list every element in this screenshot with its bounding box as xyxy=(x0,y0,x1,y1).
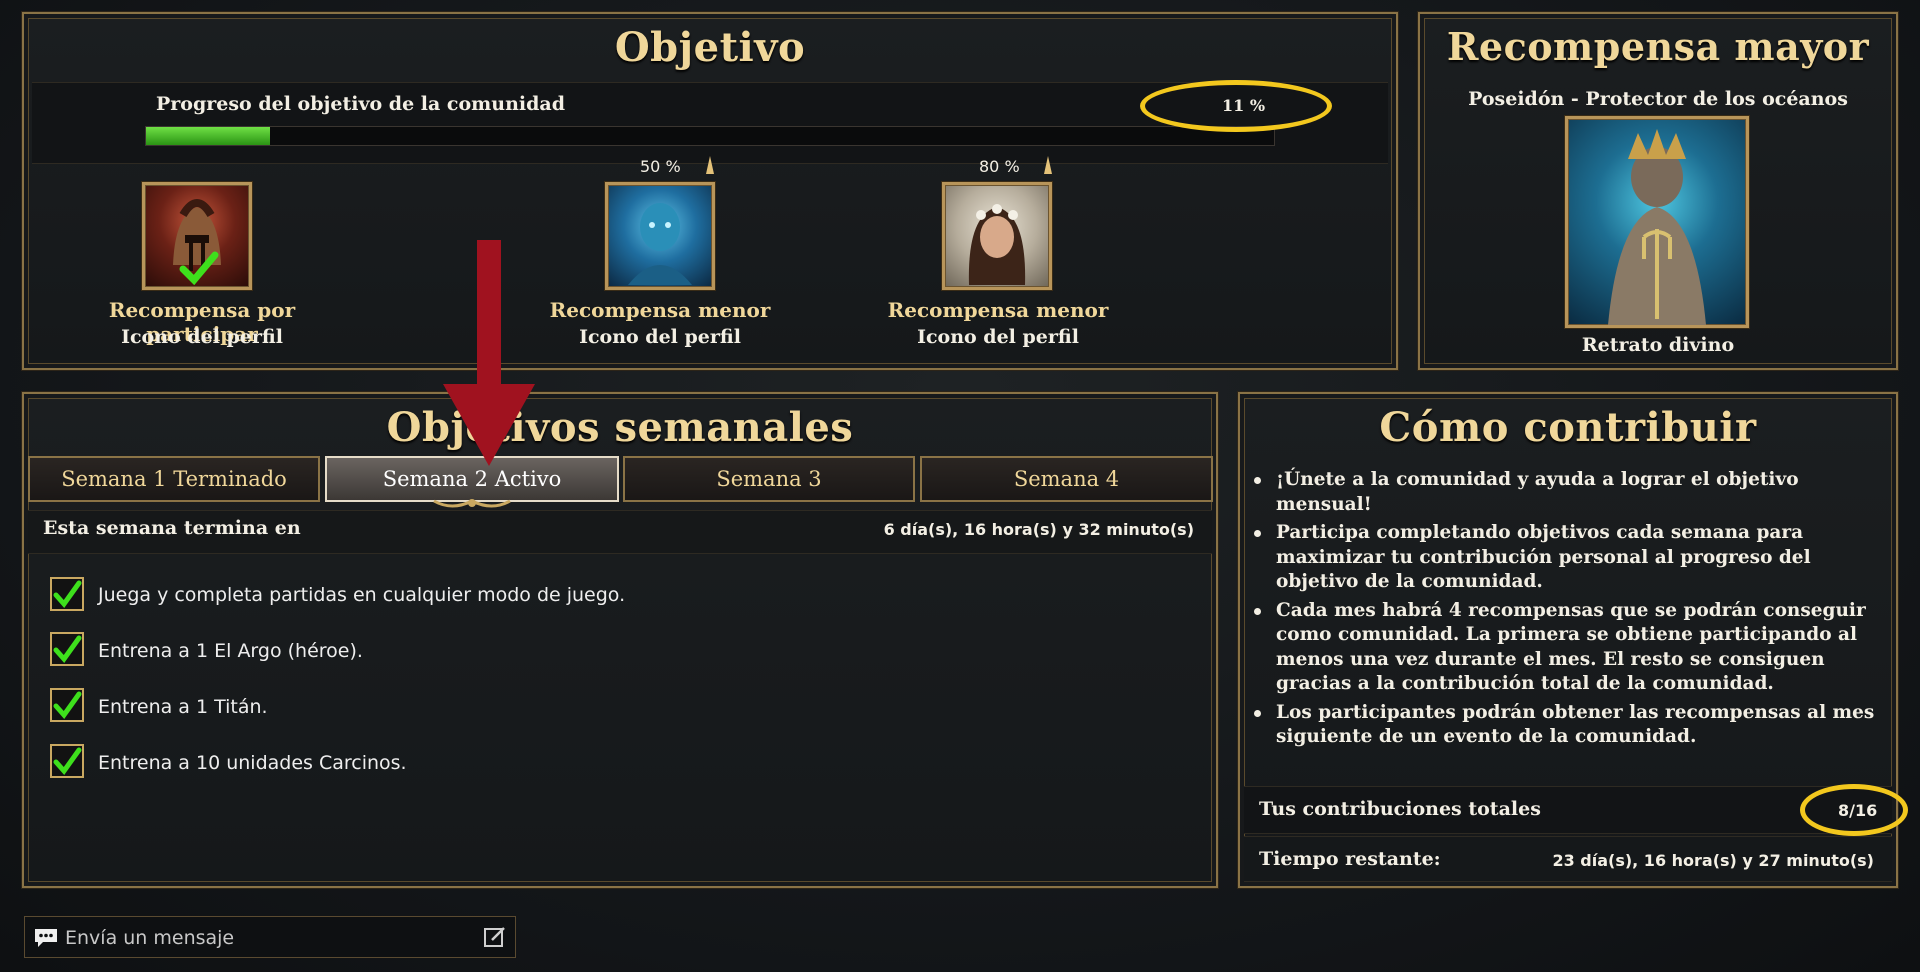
chat-box xyxy=(24,916,516,958)
task-checkbox[interactable] xyxy=(50,688,84,722)
tab-week-1[interactable]: Semana 1 Terminado xyxy=(28,456,320,502)
major-reward-title: Recompensa mayor xyxy=(1446,24,1870,69)
time-remaining-value: 23 día(s), 16 hora(s) y 27 minuto(s) xyxy=(1552,851,1874,870)
checkmark-icon xyxy=(53,580,82,609)
reward-minor-2-icon[interactable] xyxy=(942,182,1052,290)
task-text: Entrena a 10 unidades Carcinos. xyxy=(98,752,407,774)
task-checkbox[interactable] xyxy=(50,577,84,611)
week-ends-label: Esta semana termina en xyxy=(43,517,301,539)
active-tab-ornament-icon xyxy=(433,499,511,508)
checkmark-icon xyxy=(179,251,219,285)
compose-edit-icon[interactable] xyxy=(483,925,507,949)
total-contributions-label: Tus contribuciones totales xyxy=(1259,798,1541,820)
community-progress-bar xyxy=(145,126,1275,146)
contribute-bullet: Los participantes podrán obtener las rec… xyxy=(1250,701,1880,750)
annotation-arrow-icon xyxy=(443,240,535,466)
community-progress-fill xyxy=(146,127,271,145)
tab-week-4[interactable]: Semana 4 xyxy=(920,456,1213,502)
chat-message-input[interactable] xyxy=(63,921,467,955)
reward-minor-1-icon[interactable] xyxy=(605,182,715,290)
threshold-marker-icon xyxy=(706,156,714,174)
contribute-bullets: ¡Únete a la comunidad y ayuda a lograr e… xyxy=(1250,468,1880,754)
reward-3-name: Recompensa menor xyxy=(887,298,1109,322)
task-text: Entrena a 1 El Argo (héroe). xyxy=(98,640,363,662)
week-ends-value: 6 día(s), 16 hora(s) y 32 minuto(s) xyxy=(883,520,1194,539)
major-reward-type: Retrato divino xyxy=(1581,334,1735,356)
checkmark-icon xyxy=(53,635,82,664)
contribute-bullet: Participa completando objetivos cada sem… xyxy=(1250,521,1880,595)
reward-2-type: Icono del perfil xyxy=(579,326,741,348)
task-checkbox[interactable] xyxy=(50,744,84,778)
reward-1-type: Icono del perfil xyxy=(121,326,283,348)
reward-3-threshold: 80 % xyxy=(979,157,1020,176)
task-checkbox[interactable] xyxy=(50,632,84,666)
task-text: Entrena a 1 Titán. xyxy=(98,696,268,718)
poseidon-icon xyxy=(1608,129,1706,325)
poseidon-portrait[interactable] xyxy=(1565,116,1749,328)
weekly-title: Objetivos semanales xyxy=(386,404,854,451)
reward-3-type: Icono del perfil xyxy=(917,326,1079,348)
checkmark-icon xyxy=(53,747,82,776)
chat-bubble-icon xyxy=(35,929,57,947)
contribute-bullet: ¡Únete a la comunidad y ayuda a lograr e… xyxy=(1250,468,1880,517)
reward-2-name: Recompensa menor xyxy=(549,298,771,322)
contribute-bullet: Cada mes habrá 4 recompensas que se podr… xyxy=(1250,599,1880,697)
objective-title: Objetivo xyxy=(614,24,806,71)
reward-2-threshold: 50 % xyxy=(640,157,681,176)
tab-week-3[interactable]: Semana 3 xyxy=(623,456,915,502)
checkmark-icon xyxy=(53,691,82,720)
sea-creature-icon xyxy=(628,203,692,285)
highlight-ellipse-contributions xyxy=(1800,784,1908,836)
flower-crown-woman-icon xyxy=(968,204,1026,285)
reward-participation-icon[interactable] xyxy=(142,182,252,290)
task-text: Juega y completa partidas en cualquier m… xyxy=(98,584,626,606)
threshold-marker-icon xyxy=(1044,156,1052,174)
highlight-ellipse-progress xyxy=(1140,80,1332,132)
major-reward-subtitle: Poseidón - Protector de los océanos xyxy=(1468,88,1848,110)
progress-label: Progreso del objetivo de la comunidad xyxy=(156,93,565,115)
time-remaining-label: Tiempo restante: xyxy=(1259,848,1441,870)
contribute-title: Cómo contribuir xyxy=(1379,404,1757,451)
